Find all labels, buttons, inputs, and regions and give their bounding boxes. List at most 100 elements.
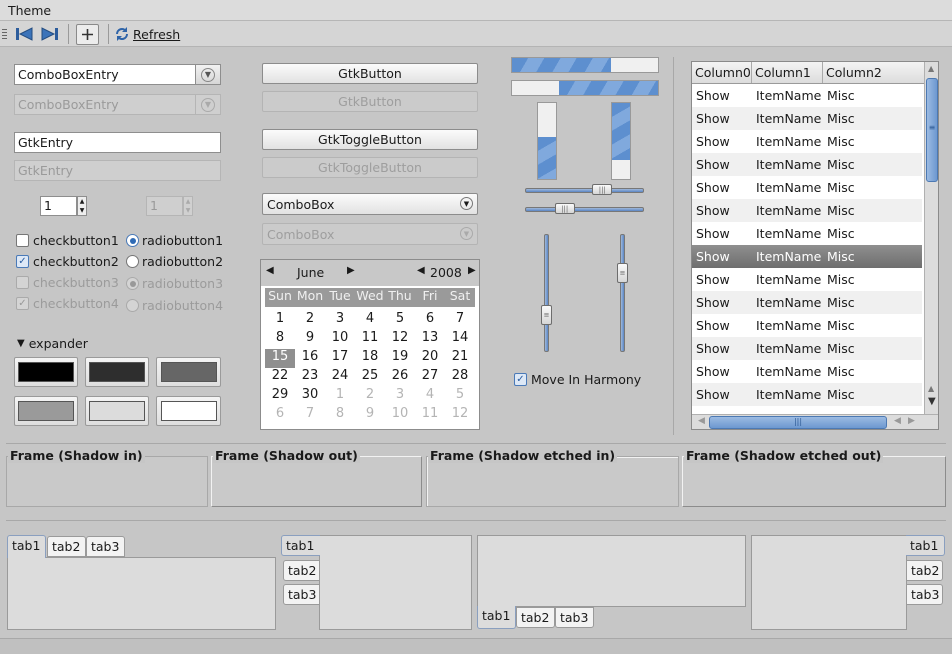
prev-month-icon[interactable]: ◀ bbox=[266, 265, 274, 276]
table-row[interactable]: Show ItemName Misc bbox=[692, 84, 922, 107]
calendar-day[interactable]: 9 bbox=[355, 406, 385, 425]
calendar-day[interactable]: 6 bbox=[415, 311, 445, 330]
scale-slider-handle[interactable]: ≡ bbox=[617, 263, 628, 284]
swatch-button[interactable] bbox=[156, 396, 221, 426]
calendar-day[interactable]: 4 bbox=[355, 311, 385, 330]
scale-slider-handle[interactable]: ||| bbox=[554, 203, 575, 214]
calendar-day[interactable]: 20 bbox=[415, 349, 445, 368]
scroll-left-icon[interactable]: ◀ bbox=[698, 416, 705, 426]
calendar-day[interactable]: 3 bbox=[385, 387, 415, 406]
refresh-button[interactable]: Refresh bbox=[114, 23, 180, 45]
tab-1[interactable]: tab1 bbox=[906, 535, 945, 556]
spin-down-icon[interactable]: ▼ bbox=[78, 206, 86, 215]
table-row[interactable]: Show ItemName Misc bbox=[692, 383, 922, 406]
tree-view[interactable]: Column0 Column1 Column2 Show ItemName Misc… bbox=[691, 61, 939, 430]
tab-2[interactable]: tab2 bbox=[516, 607, 555, 628]
calendar-day[interactable]: 7 bbox=[445, 311, 475, 330]
calendar-day[interactable]: 2 bbox=[355, 387, 385, 406]
scale-slider-handle[interactable]: ≡ bbox=[541, 304, 552, 325]
table-row[interactable]: Show ItemName Misc bbox=[692, 222, 922, 245]
hscale-1[interactable] bbox=[525, 188, 644, 193]
calendar-day[interactable]: 18 bbox=[355, 349, 385, 368]
swatch-button[interactable] bbox=[85, 357, 149, 387]
add-button[interactable] bbox=[76, 24, 99, 45]
table-row[interactable]: Show ItemName Misc bbox=[692, 153, 922, 176]
column-header[interactable]: Column1 bbox=[752, 62, 823, 83]
calendar-day[interactable]: 23 bbox=[295, 368, 325, 387]
swatch-button[interactable] bbox=[156, 357, 221, 387]
tab-2[interactable]: tab2 bbox=[906, 560, 943, 581]
swatch-button[interactable] bbox=[85, 396, 149, 426]
calendar-day[interactable]: 24 bbox=[325, 368, 355, 387]
tab-3[interactable]: tab3 bbox=[555, 607, 594, 628]
calendar-day[interactable]: 25 bbox=[355, 368, 385, 387]
checkbutton2[interactable]: ✓ checkbutton2 bbox=[16, 254, 119, 269]
calendar-day[interactable]: 8 bbox=[325, 406, 355, 425]
scroll-left-icon[interactable]: ◀ bbox=[894, 416, 901, 426]
vertical-scrollbar[interactable]: ▲ ≡ ▲ ▼ bbox=[924, 62, 938, 414]
tab-3[interactable]: tab3 bbox=[86, 536, 125, 557]
calendar-day[interactable]: 11 bbox=[355, 330, 385, 349]
hscale-2[interactable] bbox=[525, 207, 644, 212]
spin-button[interactable]: 1 bbox=[40, 196, 77, 216]
calendar[interactable]: ◀ June ▶ ◀ 2008 ▶ Sun Mon Tue Wed Thu Fr… bbox=[260, 259, 480, 430]
spin-up-icon[interactable]: ▲ bbox=[78, 197, 86, 206]
calendar-day[interactable]: 3 bbox=[325, 311, 355, 330]
next-month-icon[interactable]: ▶ bbox=[347, 265, 355, 276]
combobox-entry[interactable]: ComboBoxEntry bbox=[14, 64, 196, 85]
calendar-day[interactable]: 1 bbox=[265, 311, 295, 330]
gtk-button[interactable]: GtkButton bbox=[262, 63, 478, 84]
tab-1[interactable]: tab1 bbox=[477, 606, 516, 629]
calendar-day[interactable]: 4 bbox=[415, 387, 445, 406]
table-row[interactable]: Show ItemName Misc bbox=[692, 314, 922, 337]
table-row[interactable]: Show ItemName Misc bbox=[692, 107, 922, 130]
move-in-harmony-check[interactable]: ✓ Move In Harmony bbox=[514, 372, 641, 387]
column-header[interactable]: Column0 bbox=[692, 62, 752, 83]
calendar-day[interactable]: 22 bbox=[265, 368, 295, 387]
calendar-day[interactable]: 28 bbox=[445, 368, 475, 387]
calendar-day[interactable]: 29 bbox=[265, 387, 295, 406]
calendar-day[interactable]: 11 bbox=[415, 406, 445, 425]
table-row[interactable]: Show ItemName Misc bbox=[692, 291, 922, 314]
calendar-day[interactable]: 12 bbox=[445, 406, 475, 425]
radiobutton2[interactable]: radiobutton2 bbox=[126, 254, 223, 269]
radiobutton1[interactable]: radiobutton1 bbox=[126, 233, 223, 248]
tab-1[interactable]: tab1 bbox=[281, 535, 320, 556]
scroll-right-icon[interactable]: ▶ bbox=[908, 416, 915, 426]
calendar-day[interactable]: 6 bbox=[265, 406, 295, 425]
swatch-button[interactable] bbox=[14, 357, 78, 387]
tab-2[interactable]: tab2 bbox=[283, 560, 320, 581]
swatch-button[interactable] bbox=[14, 396, 78, 426]
combobox-entry-button[interactable]: ▼ bbox=[195, 64, 221, 85]
calendar-day[interactable]: 10 bbox=[385, 406, 415, 425]
horizontal-scrollbar[interactable]: ◀ ||| ◀ ▶ bbox=[692, 414, 938, 429]
calendar-day[interactable]: 8 bbox=[265, 330, 295, 349]
scroll-up-icon[interactable]: ▲ bbox=[928, 64, 934, 73]
calendar-day[interactable]: 17 bbox=[325, 349, 355, 368]
calendar-day[interactable]: 21 bbox=[445, 349, 475, 368]
calendar-day[interactable]: 15 bbox=[265, 349, 295, 368]
calendar-day[interactable]: 9 bbox=[295, 330, 325, 349]
goto-last-button[interactable] bbox=[38, 22, 62, 46]
calendar-day[interactable]: 14 bbox=[445, 330, 475, 349]
tab-3[interactable]: tab3 bbox=[906, 584, 943, 605]
tab-3[interactable]: tab3 bbox=[283, 584, 320, 605]
menu-theme[interactable]: Theme bbox=[8, 3, 51, 18]
toolbar-grip[interactable] bbox=[2, 29, 7, 39]
table-row[interactable]: Show ItemName Misc bbox=[692, 268, 922, 291]
next-year-icon[interactable]: ▶ bbox=[468, 265, 476, 276]
calendar-day[interactable]: 7 bbox=[295, 406, 325, 425]
goto-first-button[interactable] bbox=[12, 22, 36, 46]
calendar-day[interactable]: 1 bbox=[325, 387, 355, 406]
spin-arrows[interactable]: ▲ ▼ bbox=[77, 196, 87, 216]
prev-year-icon[interactable]: ◀ bbox=[417, 265, 425, 276]
calendar-day[interactable]: 26 bbox=[385, 368, 415, 387]
calendar-day[interactable]: 30 bbox=[295, 387, 325, 406]
calendar-day[interactable]: 2 bbox=[295, 311, 325, 330]
table-row[interactable]: Show ItemName Misc bbox=[692, 130, 922, 153]
table-row[interactable]: Show ItemName Misc bbox=[692, 176, 922, 199]
scroll-up-icon[interactable]: ▲ bbox=[928, 384, 934, 393]
scrollbar-thumb[interactable]: ≡ bbox=[926, 78, 938, 182]
combobox[interactable]: ComboBox ▼ bbox=[262, 193, 478, 215]
checkbutton1[interactable]: checkbutton1 bbox=[16, 233, 119, 248]
